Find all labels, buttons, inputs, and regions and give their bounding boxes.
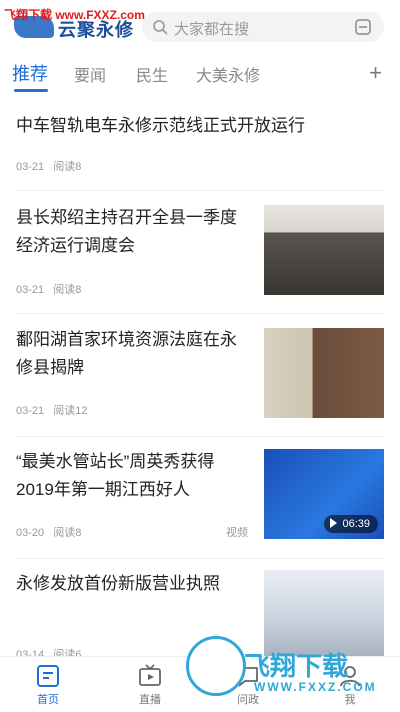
news-item[interactable]: “最美水管站长”周英秀获得2019年第一期江西好人 03-20 阅读8 视频 0… xyxy=(0,440,400,550)
search-icon xyxy=(153,20,168,35)
news-title: 鄱阳湖首家环境资源法庭在永修县揭牌 xyxy=(16,330,237,377)
tab-livelihood[interactable]: 民生 xyxy=(136,62,168,86)
video-duration: 06:39 xyxy=(342,518,370,530)
news-title: 永修发放首份新版营业执照 xyxy=(16,574,220,593)
news-thumbnail xyxy=(264,570,384,656)
tab-beautiful-yongxiu[interactable]: 大美永修 xyxy=(196,62,260,86)
tv-icon xyxy=(139,664,161,686)
divider xyxy=(16,558,384,559)
search-placeholder: 大家都在搜 xyxy=(174,21,250,38)
nav-home-label: 首页 xyxy=(37,694,59,706)
news-date: 03-21 xyxy=(16,161,45,173)
news-read-count: 阅读8 xyxy=(53,527,82,539)
watermark-url: WWW.FXXZ.COM xyxy=(254,680,377,694)
active-tab-indicator xyxy=(14,89,48,92)
tab-recommend[interactable]: 推荐 xyxy=(12,60,48,86)
news-date: 03-21 xyxy=(16,284,45,296)
app-header: 云聚永修 飞翔下载 www.FXXZ.com 大家都在搜 xyxy=(0,0,400,50)
news-read-count: 阅读12 xyxy=(53,405,88,417)
divider xyxy=(16,436,384,437)
news-meta: 03-21 阅读12 xyxy=(16,402,87,418)
nav-home[interactable]: 首页 xyxy=(18,663,78,707)
site-watermark: 飞翔下载 www.FXXZ.com xyxy=(4,8,145,22)
news-item[interactable]: 中车智轨电车永修示范线正式开放运行 03-21 阅读8 xyxy=(0,100,400,182)
news-thumbnail xyxy=(264,328,384,418)
news-thumbnail xyxy=(264,205,384,295)
news-item[interactable]: 县长郑绍主持召开全县一季度经济运行调度会 03-21 阅读8 xyxy=(0,196,400,306)
tab-headlines[interactable]: 要闻 xyxy=(74,62,106,86)
play-icon xyxy=(330,518,338,528)
news-meta: 03-21 阅读8 xyxy=(16,281,81,297)
nav-live-label: 直播 xyxy=(139,694,161,706)
news-date: 03-20 xyxy=(16,527,45,539)
add-channel-icon[interactable]: + xyxy=(369,60,382,86)
divider xyxy=(16,190,384,191)
news-read-count: 阅读8 xyxy=(53,161,82,173)
news-meta: 03-20 阅读8 xyxy=(16,524,81,540)
channel-tabs: 推荐 要闻 民生 大美永修 + xyxy=(0,52,400,96)
news-thumbnail: 06:39 xyxy=(264,449,384,539)
news-meta: 03-21 阅读8 xyxy=(16,158,81,174)
divider xyxy=(16,313,384,314)
news-title: 县长郑绍主持召开全县一季度经济运行调度会 xyxy=(16,208,237,255)
video-tag: 视频 xyxy=(226,527,248,539)
news-title: 中车智轨电车永修示范线正式开放运行 xyxy=(16,116,305,135)
news-item[interactable]: 鄱阳湖首家环境资源法庭在永修县揭牌 03-21 阅读12 xyxy=(0,318,400,428)
watermark-brand: 飞翔下载 xyxy=(244,651,349,681)
home-icon xyxy=(37,665,59,687)
watermark-logo xyxy=(186,636,246,696)
news-date: 03-21 xyxy=(16,405,45,417)
news-read-count: 阅读8 xyxy=(53,284,82,296)
news-title: “最美水管站长”周英秀获得2019年第一期江西好人 xyxy=(16,452,215,499)
search-bar[interactable]: 大家都在搜 xyxy=(142,12,384,42)
video-duration-badge: 06:39 xyxy=(324,515,378,533)
scan-icon[interactable] xyxy=(354,18,372,36)
nav-live[interactable]: 直播 xyxy=(120,663,180,707)
